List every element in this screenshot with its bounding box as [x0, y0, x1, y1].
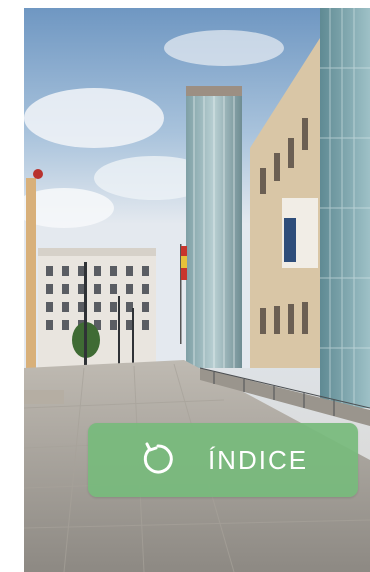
index-button-label: ÍNDICE — [207, 444, 309, 475]
index-button[interactable]: ÍNDICE — [88, 423, 358, 497]
refresh-icon — [138, 440, 178, 480]
screen: ÍNDICE — [0, 0, 370, 572]
